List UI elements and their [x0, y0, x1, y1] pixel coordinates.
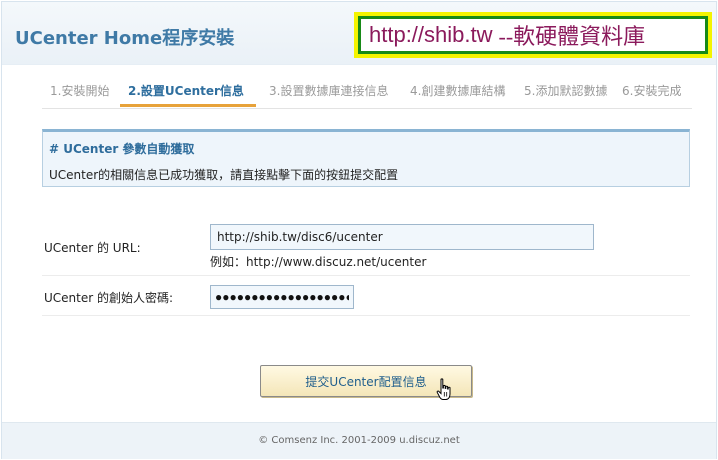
notice-title: # UCenter 參數自動獲取 [49, 142, 195, 156]
active-step-indicator [120, 104, 256, 107]
header: UCenter Home程序安裝 http://shib.tw --軟硬體資料庫 [2, 2, 716, 65]
step-3: 3.設置數據庫連接信息 [269, 84, 389, 98]
watermark-url: http://shib.tw [369, 22, 493, 47]
notice-text: UCenter的相關信息已成功獲取，請直接點擊下面的按鈕提交配置 [49, 168, 399, 182]
watermark-frame: http://shib.tw --軟硬體資料庫 [358, 16, 708, 54]
founder-password-label: UCenter 的創始人密碼: [44, 291, 174, 305]
installer-window: UCenter Home程序安裝 http://shib.tw --軟硬體資料庫… [1, 1, 717, 459]
ucenter-url-input[interactable] [210, 224, 594, 250]
footer: © Comsenz Inc. 2001-2009 u.discuz.net [2, 422, 716, 459]
ucenter-url-row: UCenter 的 URL: 例如：http://www.discuz.net/… [42, 217, 690, 276]
ucenter-url-hint: 例如：http://www.discuz.net/ucenter [210, 255, 427, 269]
step-6: 6.安裝完成 [622, 84, 682, 98]
install-steps: 1.安裝開始 2.設置UCenter信息 3.設置數據庫連接信息 4.創建數據庫… [42, 74, 692, 109]
step-1: 1.安裝開始 [50, 84, 110, 98]
watermark-banner: http://shib.tw --軟硬體資料庫 [354, 12, 712, 58]
footer-copyright: © Comsenz Inc. 2001-2009 u.discuz.net [258, 435, 460, 446]
ucenter-url-label: UCenter 的 URL: [44, 241, 141, 255]
ucenter-password-row: UCenter 的創始人密碼: [42, 275, 690, 316]
notice-box: # UCenter 參數自動獲取 UCenter的相關信息已成功獲取，請直接點擊… [42, 129, 690, 187]
founder-password-input[interactable] [210, 285, 354, 309]
step-5: 5.添加默認數據 [524, 84, 608, 98]
watermark-suffix: --軟硬體資料庫 [498, 24, 646, 49]
step-2-active: 2.設置UCenter信息 [128, 84, 244, 98]
hand-pointer-icon [436, 378, 451, 400]
step-4: 4.創建數據庫結構 [410, 84, 506, 98]
page-title: UCenter Home程序安裝 [15, 28, 235, 49]
